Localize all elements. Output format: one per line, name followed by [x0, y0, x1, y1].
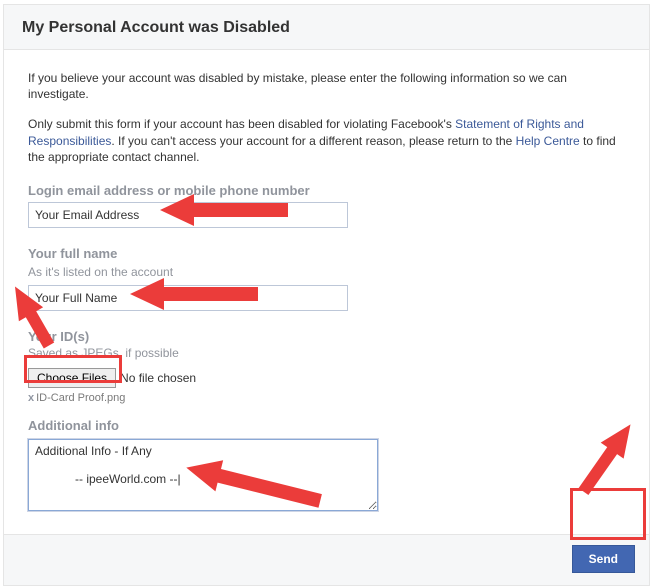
chosen-file-row: xID-Card Proof.png — [28, 392, 625, 404]
remove-file-icon[interactable]: x — [28, 392, 34, 404]
help-centre-link[interactable]: Help Centre — [516, 134, 580, 148]
ids-label: Your ID(s) — [28, 329, 625, 344]
name-sublabel: As it's listed on the account — [28, 265, 625, 279]
email-input[interactable] — [28, 202, 348, 228]
intro-text-2a: Only submit this form if your account ha… — [28, 117, 455, 131]
panel-footer: Send — [4, 534, 649, 585]
panel-header: My Personal Account was Disabled — [4, 5, 649, 50]
additional-info-group: Additional info — [28, 418, 625, 514]
send-button[interactable]: Send — [572, 545, 635, 573]
chosen-file-name: ID-Card Proof.png — [36, 392, 125, 404]
file-status-text: No file chosen — [120, 371, 196, 385]
form-panel: My Personal Account was Disabled If you … — [3, 4, 650, 586]
email-field-group: Login email address or mobile phone numb… — [28, 183, 625, 242]
intro-paragraph-2: Only submit this form if your account ha… — [28, 116, 625, 165]
name-input[interactable] — [28, 285, 348, 311]
additional-info-textarea[interactable] — [28, 439, 378, 511]
choose-files-button[interactable]: Choose Files — [28, 368, 116, 388]
name-field-group: Your full name As it's listed on the acc… — [28, 246, 625, 325]
panel-body: If you believe your account was disabled… — [4, 50, 649, 534]
ids-sublabel: Saved as JPEGs, if possible — [28, 346, 625, 360]
additional-info-label: Additional info — [28, 418, 625, 433]
page-title: My Personal Account was Disabled — [22, 19, 631, 37]
name-label: Your full name — [28, 246, 625, 261]
ids-field-group: Your ID(s) Saved as JPEGs, if possible C… — [28, 329, 625, 404]
email-label: Login email address or mobile phone numb… — [28, 183, 625, 198]
intro-paragraph-1: If you believe your account was disabled… — [28, 70, 625, 102]
intro-text-2b: . If you can't access your account for a… — [111, 134, 515, 148]
